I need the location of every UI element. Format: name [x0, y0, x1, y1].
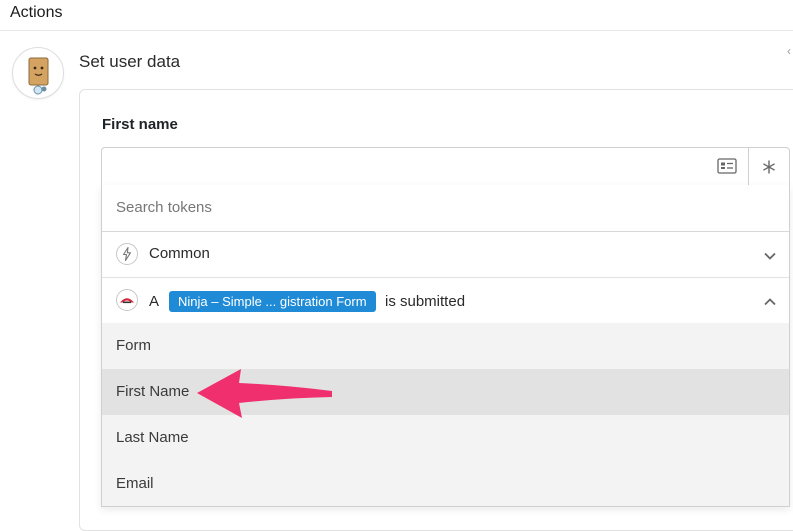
asterisk-icon [763, 160, 775, 174]
required-asterisk-button[interactable] [748, 147, 790, 187]
pointer-arrow-icon [197, 369, 332, 418]
token-group-common[interactable]: Common [102, 231, 789, 278]
token-group-prefix: A [149, 293, 160, 310]
collapse-icon[interactable]: ‹ [787, 44, 791, 58]
token-item-label: First Name [116, 383, 190, 400]
token-group-label: Common [149, 245, 210, 262]
token-item-label: Email [116, 475, 154, 492]
token-item-email[interactable]: Email [102, 461, 789, 506]
first-name-input[interactable] [101, 147, 749, 187]
form-name-pill: Ninja – Simple ... gistration Form [169, 291, 376, 312]
token-group-suffix: is submitted [385, 293, 466, 310]
token-dropdown: Common A Ninja – Simple ... gistration F… [101, 185, 790, 507]
header-title: Actions [10, 4, 63, 21]
step-title: Set user data [79, 52, 181, 71]
token-item-form[interactable]: Form [102, 323, 789, 370]
lightning-icon [116, 243, 138, 265]
token-item-label: Last Name [116, 429, 189, 446]
chevron-down-icon[interactable] [763, 248, 777, 266]
token-group-ninja-form[interactable]: A Ninja – Simple ... gistration Form is … [102, 277, 789, 324]
chevron-up-icon[interactable] [763, 294, 777, 312]
actions-header: Actions [0, 0, 793, 31]
first-name-label: First name [102, 116, 178, 133]
token-search-input[interactable] [116, 199, 716, 216]
token-search-row [102, 185, 789, 232]
ninja-forms-icon [116, 289, 138, 311]
bot-avatar-icon [12, 47, 64, 99]
token-item-label: Form [116, 337, 151, 354]
token-item-last-name[interactable]: Last Name [102, 415, 789, 462]
token-list-icon[interactable] [717, 158, 737, 179]
